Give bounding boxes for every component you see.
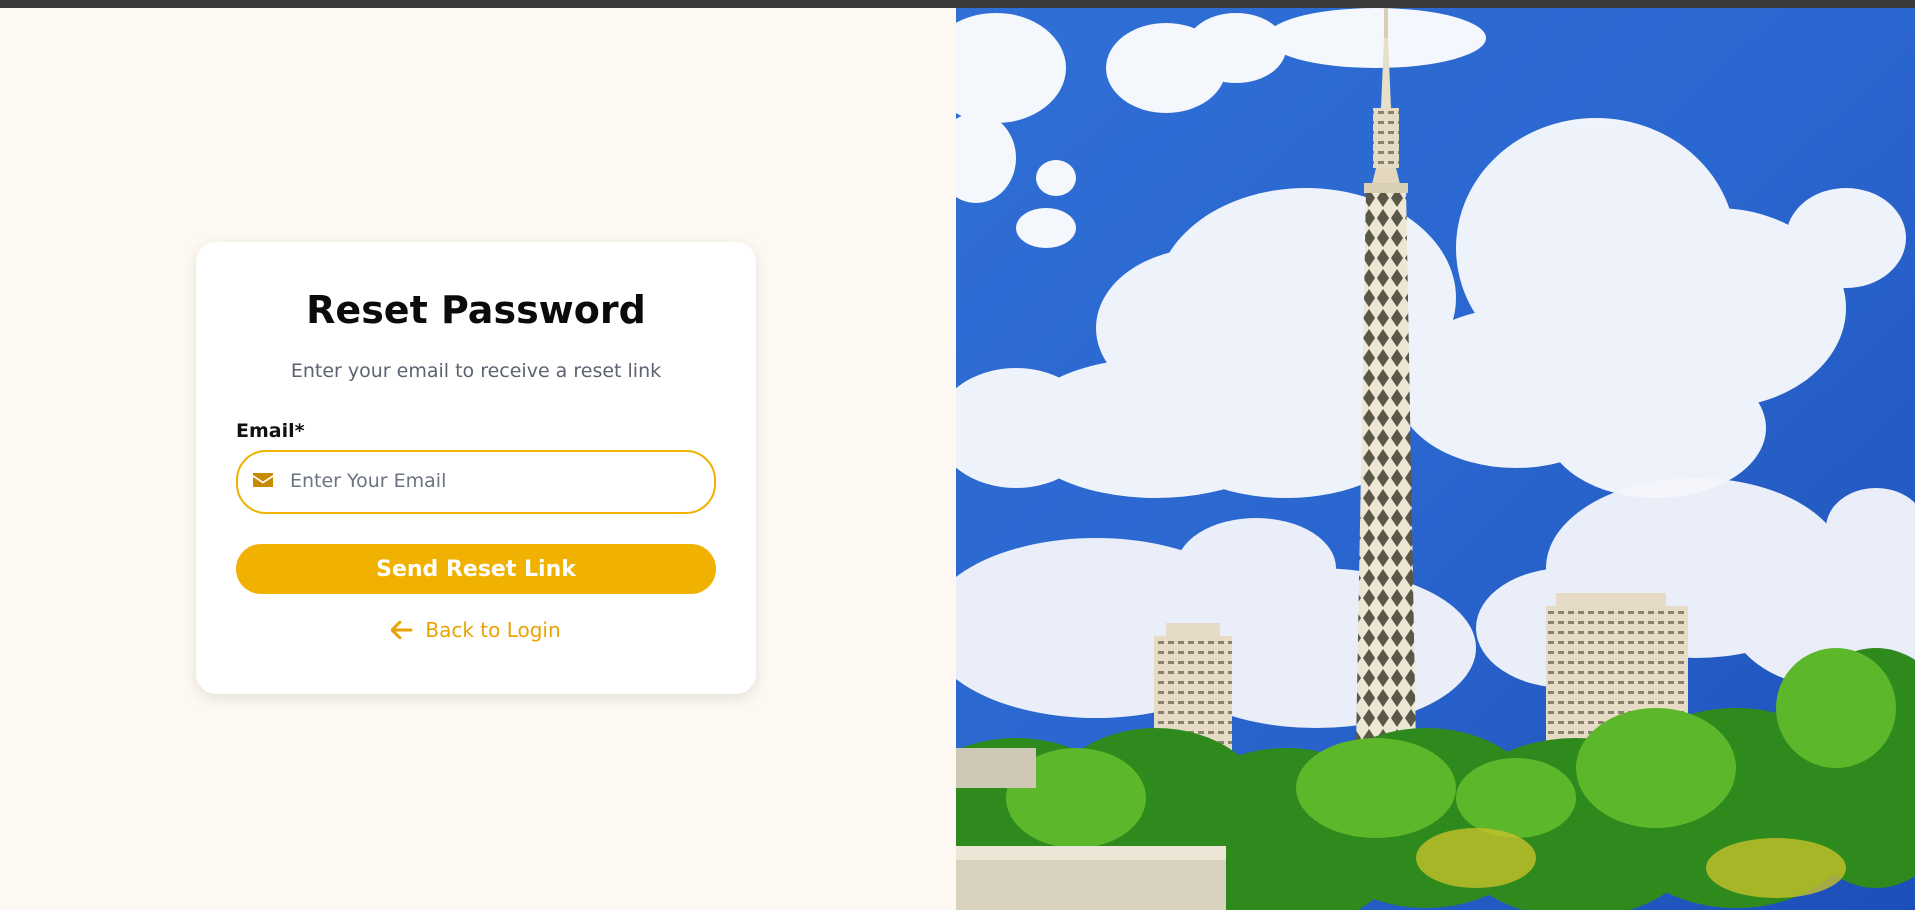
reset-password-card: Reset Password Enter your email to recei… (196, 242, 756, 694)
send-reset-link-button[interactable]: Send Reset Link (236, 544, 716, 594)
arrow-left-icon (391, 621, 413, 639)
hero-image (956, 8, 1915, 910)
page-subtitle: Enter your email to receive a reset link (290, 360, 662, 382)
back-to-login-link[interactable]: Back to Login (196, 618, 756, 642)
email-field-wrapper[interactable] (236, 450, 716, 514)
email-input[interactable] (288, 460, 702, 502)
tower-photo (956, 8, 1915, 910)
back-to-login-label: Back to Login (425, 618, 561, 642)
browser-top-bar (0, 0, 1915, 8)
envelope-icon (253, 473, 273, 487)
email-label: Email* (236, 420, 305, 442)
form-pane: Reset Password Enter your email to recei… (0, 8, 956, 910)
page-title: Reset Password (306, 288, 646, 332)
